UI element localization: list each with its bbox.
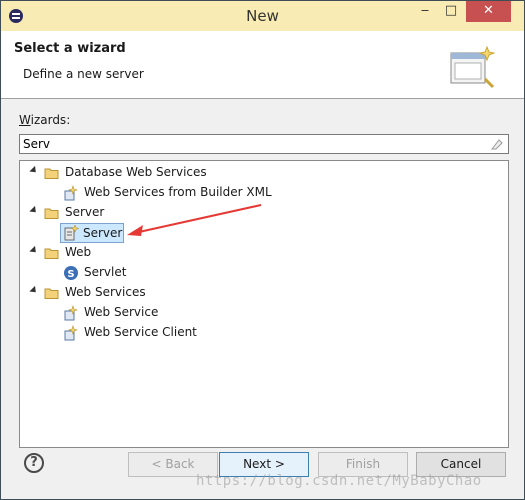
svg-text:S: S — [67, 269, 74, 280]
tree-node-label: Servlet — [84, 265, 127, 279]
title-bar[interactable]: New ‒ □ ✕ — [1, 1, 524, 31]
web-service-wizard-icon — [64, 185, 78, 201]
minimize-button[interactable]: ‒ — [412, 1, 438, 22]
help-button[interactable]: ? — [24, 453, 44, 473]
folder-icon — [44, 248, 59, 259]
tree-node-label: Web Services — [65, 285, 146, 299]
wizard-banner: Select a wizard Define a new server — [1, 31, 524, 99]
wizard-tree[interactable]: Database Web Services Web Services from … — [19, 160, 509, 448]
tree-node-web-services-from-builder-xml[interactable]: Web Services from Builder XML — [63, 184, 323, 202]
folder-icon — [44, 208, 59, 219]
banner-description: Define a new server — [23, 67, 144, 81]
tree-node-label: Web Service — [84, 305, 159, 319]
tree-node-label: Web — [65, 245, 92, 259]
folder-icon — [44, 168, 59, 179]
tree-node-label: Server — [83, 226, 123, 240]
banner-title: Select a wizard — [14, 41, 126, 56]
tree-node-label: Web Service Client — [84, 325, 197, 339]
folder-icon — [44, 288, 59, 299]
expand-arrow-icon[interactable] — [29, 205, 39, 216]
expand-arrow-icon[interactable] — [29, 165, 39, 176]
annotation-arrow-icon — [127, 204, 262, 236]
tree-node-web-service[interactable]: Web Service — [63, 304, 223, 322]
new-wizard-dialog: New ‒ □ ✕ Select a wizard Define a new s… — [0, 0, 525, 500]
tree-node-label: Database Web Services — [65, 165, 207, 179]
wizards-label: Wizards: — [19, 113, 71, 127]
watermark: https://blog.csdn.net/MyBabyChao — [196, 473, 482, 489]
maximize-button[interactable]: □ — [438, 1, 464, 22]
tree-node-label: Web Services from Builder XML — [84, 185, 272, 199]
servlet-icon: S — [64, 266, 78, 280]
expand-arrow-icon[interactable] — [29, 245, 39, 256]
tree-node-database-web-services[interactable]: Database Web Services — [29, 164, 330, 182]
server-wizard-icon — [64, 225, 79, 241]
tree-node-server-wizard-selected[interactable]: Server — [60, 223, 124, 243]
web-service-wizard-icon — [64, 325, 78, 341]
tree-node-web-service-client[interactable]: Web Service Client — [63, 324, 263, 342]
eraser-icon[interactable] — [490, 137, 504, 151]
tree-node-servlet[interactable]: S Servlet — [63, 264, 183, 282]
tree-node-web-services-folder[interactable]: Web Services — [29, 284, 230, 302]
web-service-wizard-icon — [64, 305, 78, 321]
close-button[interactable]: ✕ — [466, 1, 511, 22]
tree-node-label: Server — [65, 205, 105, 219]
expand-arrow-icon[interactable] — [29, 285, 39, 296]
tree-node-web-folder[interactable]: Web — [29, 244, 150, 262]
wizard-banner-icon — [450, 45, 495, 89]
wizard-filter-input[interactable] — [19, 134, 509, 154]
